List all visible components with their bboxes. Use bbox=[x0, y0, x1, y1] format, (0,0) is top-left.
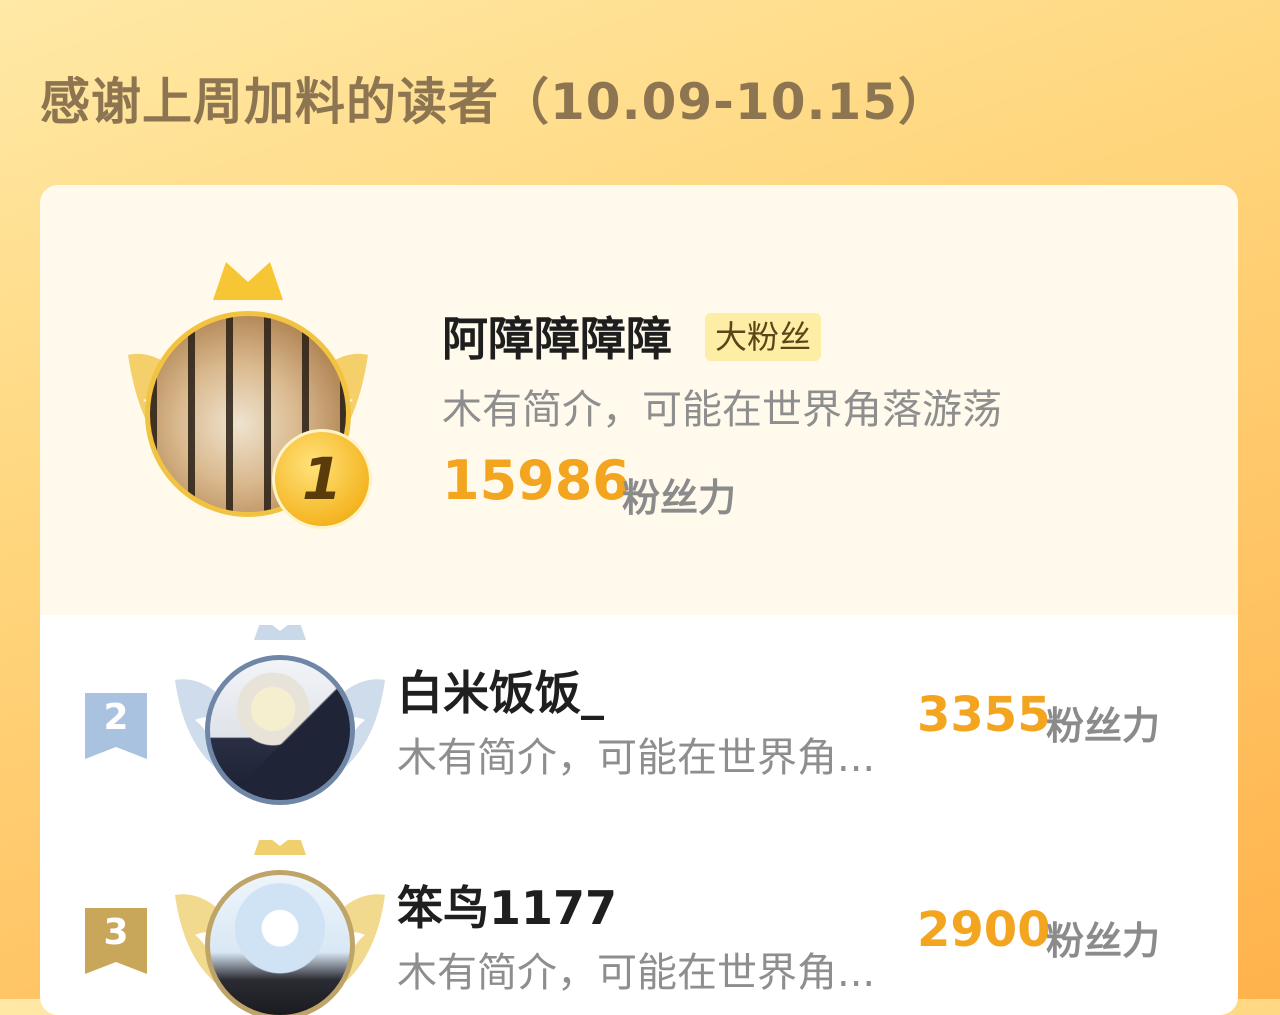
reader-score-unit: 粉丝力 bbox=[1046, 704, 1161, 748]
reader-bio: 木有简介，可能在世界角... bbox=[397, 950, 876, 996]
gold-crown-icon bbox=[213, 262, 283, 300]
list-item[interactable]: 2 白米饭饭_ 木有简介，可能在世界角... 3355 粉丝力 bbox=[40, 625, 1238, 845]
reader-bio: 木有简介，可能在世界角... bbox=[397, 735, 876, 781]
top-reader-score: 15986 bbox=[442, 449, 630, 512]
top-reader-card[interactable]: 1 阿障障障障 大粉丝 木有简介，可能在世界角落游荡 15986 粉丝力 bbox=[40, 185, 1238, 615]
bronze-crown-icon bbox=[254, 840, 306, 855]
reader-ranking-panel: 1 阿障障障障 大粉丝 木有简介，可能在世界角落游荡 15986 粉丝力 2 白… bbox=[40, 185, 1238, 1015]
fan-level-badge: 大粉丝 bbox=[705, 313, 822, 361]
reader-score: 3355 bbox=[917, 687, 1051, 743]
list-item[interactable]: 3 笨鸟1177 木有简介，可能在世界角... 2900 粉丝力 bbox=[40, 840, 1238, 1015]
avatar[interactable] bbox=[205, 870, 355, 1015]
reader-name[interactable]: 笨鸟1177 bbox=[397, 872, 617, 938]
avatar[interactable] bbox=[205, 655, 355, 805]
rank-3-flag-icon: 3 bbox=[85, 908, 147, 974]
reader-score: 2900 bbox=[917, 902, 1051, 958]
top-reader-bio: 木有简介，可能在世界角落游荡 bbox=[442, 387, 1002, 433]
reader-score-unit: 粉丝力 bbox=[1046, 919, 1161, 963]
reader-name[interactable]: 白米饭饭_ bbox=[397, 657, 604, 723]
silver-crown-icon bbox=[254, 625, 306, 640]
top-reader-score-unit: 粉丝力 bbox=[622, 476, 737, 520]
rank-2-flag-icon: 2 bbox=[85, 693, 147, 759]
top-reader-name[interactable]: 阿障障障障 bbox=[442, 303, 672, 369]
page-title: 感谢上周加料的读者（10.09-10.15） bbox=[40, 73, 950, 131]
rank-1-medal-icon: 1 bbox=[272, 429, 372, 529]
